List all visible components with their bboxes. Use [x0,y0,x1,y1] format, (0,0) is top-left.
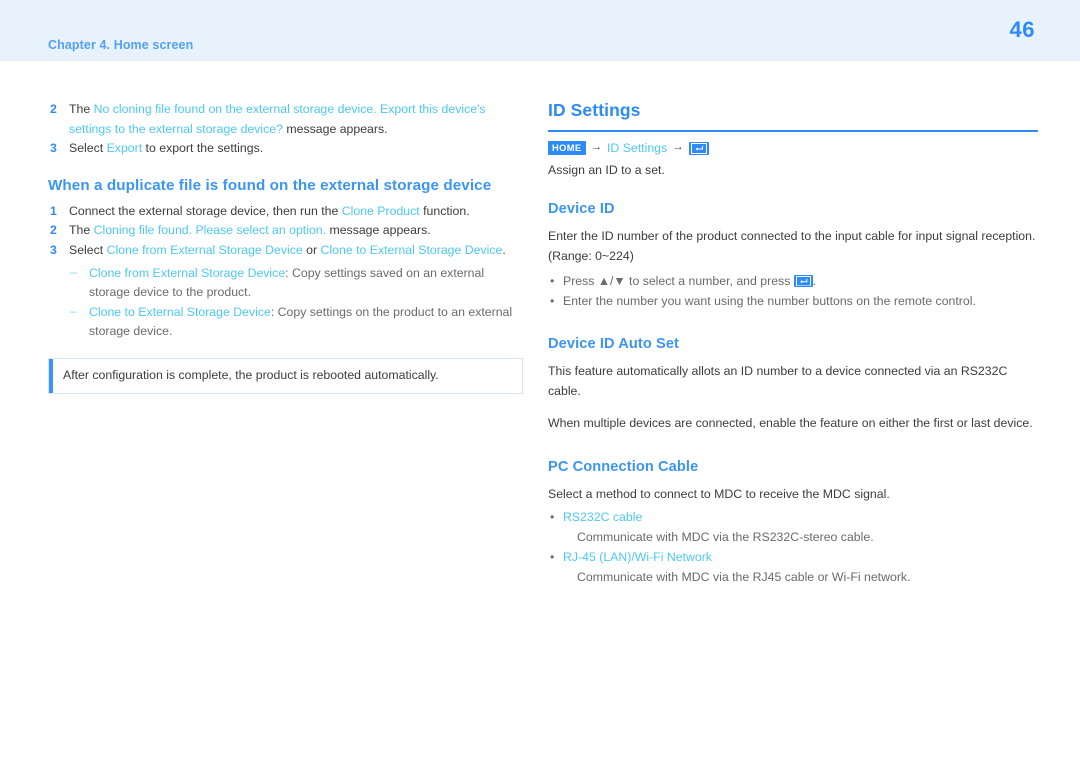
note-text: After configuration is complete, the pro… [63,367,439,382]
device-id-auto-set-paragraph-2: When multiple devices are connected, ena… [548,415,1033,430]
option-label: RS232C cable [563,510,643,525]
option-label: Clone from External Storage Device [89,265,286,280]
list-item: – Clone to External Storage Device: Copy… [69,303,528,342]
step-text-highlight: No cloning file found on the external st… [69,102,486,136]
step-text-lead: The [69,102,94,116]
step-number: 3 [50,141,57,156]
step-text-lead: Select [69,141,107,156]
list-item: – Clone from External Storage Device: Co… [69,264,528,303]
note-accent-bar [49,358,53,393]
step-number: 2 [50,223,57,238]
section-title: ID Settings [548,100,641,120]
step-text-tail: function. [419,203,470,218]
list-item: • Enter the number you want using the nu… [548,292,1038,312]
list-item: 2 The No cloning file found on the exter… [48,100,528,139]
step-text-tail: message appears. [326,223,431,238]
subsection-pc-connection-cable-title: PC Connection Cable [548,459,699,476]
continued-steps-list: 2 The No cloning file found on the exter… [48,100,528,159]
breadcrumb: HOME → ID Settings → [548,141,1038,155]
list-item: • Press ▲/▼ to select a number, and pres… [548,272,1038,292]
enter-key-icon [793,274,813,288]
device-id-bullets: • Press ▲/▼ to select a number, and pres… [548,272,1038,312]
note-box: After configuration is complete, the pro… [48,357,523,394]
left-column: 2 The No cloning file found on the exter… [48,100,528,394]
arrow-right-icon: → [590,141,603,154]
page-title: When a duplicate file is found on the ex… [48,176,492,194]
dash-marker: – [70,304,77,319]
step-text-mid: or [302,242,321,257]
option-label: RJ-45 (LAN)/Wi-Fi Network [563,549,712,564]
bullet-text: Enter the number you want using the numb… [563,294,976,309]
right-column: ID Settings HOME → ID Settings → Assign … [548,100,1038,587]
breadcrumb-item-id-settings[interactable]: ID Settings [607,141,667,155]
list-item: 1 Connect the external storage device, t… [48,202,528,222]
option-description: Communicate with MDC via the RS232C-ster… [577,529,874,544]
list-item: 3 Select Export to export the settings. [48,139,528,159]
step-text-highlight: Export [106,141,143,156]
step-text-lead: Select [69,242,107,257]
step-text-highlight-2: Clone to External Storage Device [320,242,503,257]
pc-connection-options-list: • RS232C cable Communicate with MDC via … [548,508,1038,587]
clone-options-list: – Clone from External Storage Device: Co… [48,264,528,342]
arrow-right-icon: → [672,141,684,154]
page-number: 46 [1009,17,1035,42]
step-text-tail: to export the settings. [142,141,264,156]
device-id-body: Enter the ID number of the product conne… [548,228,1036,263]
pc-connection-cable-intro: Select a method to connect to MDC to rec… [548,487,890,502]
list-item: 3 Select Clone from External Storage Dev… [48,241,528,261]
duplicate-file-steps-list: 1 Connect the external storage device, t… [48,202,528,261]
device-id-auto-set-paragraph-1: This feature automatically allots an ID … [548,363,1008,398]
subsection-device-id-title: Device ID [548,200,615,217]
bullet-icon: • [550,510,555,525]
list-item: 2 The Cloning file found. Please select … [48,221,528,241]
bullet-icon: • [550,294,555,309]
step-number: 3 [50,242,57,257]
section-rule [548,130,1038,132]
dash-marker: – [70,265,77,280]
bullet-text: Press ▲/▼ to select a number, and press [563,274,794,289]
step-text-lead: Connect the external storage device, the… [69,203,342,218]
list-item: • RS232C cable [548,508,1038,528]
step-text-lead: The [69,223,94,238]
step-text-tail: message appears. [282,121,388,136]
document-page: Chapter 4. Home screen 46 2 The No cloni… [0,0,1080,763]
step-text-highlight: Clone from External Storage Device [106,242,303,257]
step-number: 2 [50,102,57,116]
option-label: Clone to External Storage Device [89,304,271,319]
enter-key-icon [688,141,709,155]
step-text-highlight: Cloning file found. Please select an opt… [93,223,327,238]
chapter-label: Chapter 4. Home screen [48,38,194,52]
breadcrumb-home-badge[interactable]: HOME [548,141,586,155]
option-description: Communicate with MDC via the RJ45 cable … [577,569,911,584]
step-text-highlight: Clone Product [341,203,420,218]
step-number: 1 [50,203,57,218]
subsection-device-id-auto-set-title: Device ID Auto Set [548,335,680,352]
step-text-tail: . [502,242,506,257]
bullet-icon: • [550,274,555,289]
bullet-text-tail: . [812,274,817,289]
list-item: • RJ-45 (LAN)/Wi-Fi Network [548,548,1038,568]
intro-text: Assign an ID to a set. [548,163,665,177]
bullet-icon: • [550,549,555,564]
